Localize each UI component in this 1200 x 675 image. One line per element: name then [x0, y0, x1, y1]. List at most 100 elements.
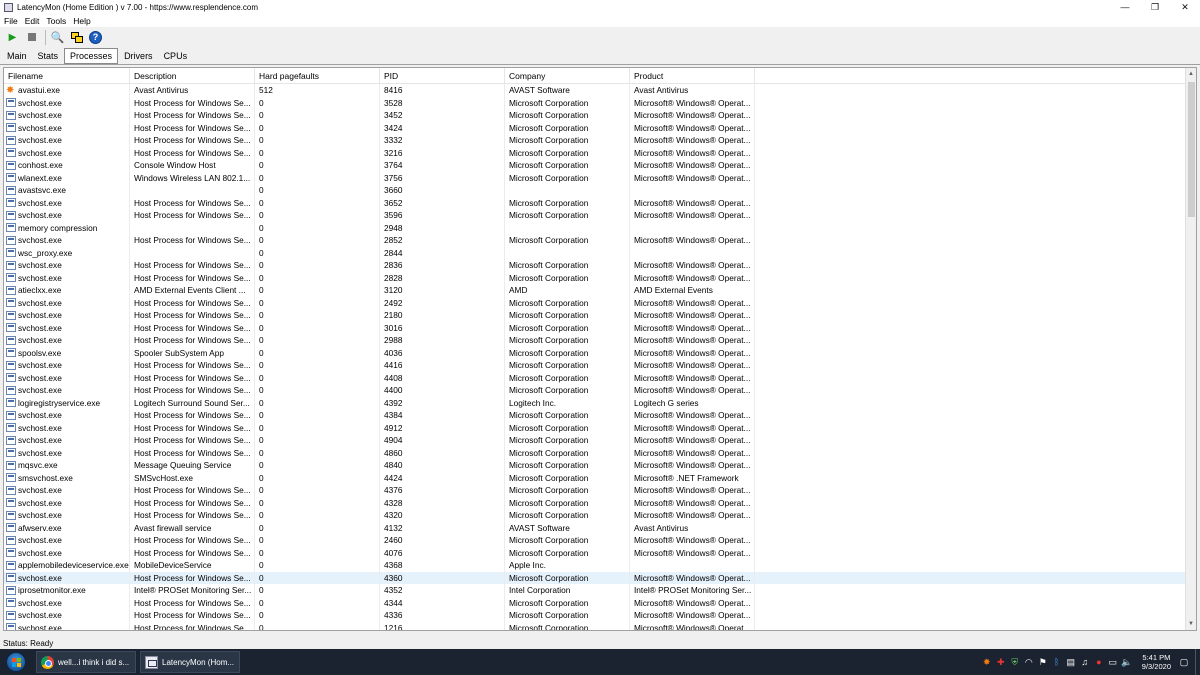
wifi-icon[interactable]: ◠: [1024, 657, 1034, 667]
table-row[interactable]: smsvchost.exe SMSvcHost.exe 0 4424 Microsoft…: [4, 471, 1187, 484]
table-row[interactable]: svchost.exe Host Process for Windows Se..…: [4, 484, 1187, 497]
minimize-button[interactable]: —: [1110, 0, 1140, 14]
cell-filename: wsc_proxy.exe: [4, 246, 130, 259]
start-button[interactable]: [0, 649, 32, 675]
notification-icon[interactable]: ▢: [1179, 657, 1189, 667]
find-button[interactable]: 🔍: [49, 29, 66, 46]
cell-company: Microsoft Corporation: [505, 121, 630, 134]
table-row[interactable]: conhost.exe Console Window Host 0 3764 Micro…: [4, 159, 1187, 172]
table-row[interactable]: svchost.exe Host Process for Windows Se..…: [4, 384, 1187, 397]
table-row[interactable]: svchost.exe Host Process for Windows Se..…: [4, 321, 1187, 334]
help-button[interactable]: ?: [87, 29, 104, 46]
network-activity-icon[interactable]: ▤: [1066, 657, 1076, 667]
table-row[interactable]: svchost.exe Host Process for Windows Se..…: [4, 309, 1187, 322]
table-row[interactable]: svchost.exe Host Process for Windows Se..…: [4, 409, 1187, 422]
record-icon[interactable]: ●: [1094, 657, 1104, 667]
table-row[interactable]: svchost.exe Host Process for Windows Se..…: [4, 446, 1187, 459]
table-row[interactable]: svchost.exe Host Process for Windows Se..…: [4, 146, 1187, 159]
cell-filename: svchost.exe: [4, 146, 130, 159]
column-header-hard-pagefaults[interactable]: Hard pagefaults: [255, 68, 380, 84]
process-icon: [6, 360, 16, 370]
vertical-scrollbar[interactable]: ▲ ▼: [1185, 68, 1196, 630]
table-row[interactable]: wsc_proxy.exe 0 2844: [4, 246, 1187, 259]
menu-tools[interactable]: Tools: [46, 16, 66, 26]
table-row[interactable]: mqsvc.exe Message Queuing Service 0 4840 Mic…: [4, 459, 1187, 472]
network-icon[interactable]: ✚: [996, 657, 1006, 667]
cell-description: Host Process for Windows Se...: [130, 496, 255, 509]
table-row[interactable]: svchost.exe Host Process for Windows Se..…: [4, 571, 1187, 584]
volume-icon[interactable]: 🔈: [1121, 657, 1132, 667]
table-row[interactable]: logiregistryservice.exe Logitech Surround…: [4, 396, 1187, 409]
column-header-product[interactable]: Product: [630, 68, 755, 84]
avast-icon[interactable]: ✸: [982, 657, 992, 667]
clock-time: 5:41 PM: [1142, 653, 1171, 662]
taskbar-item-latencymon[interactable]: LatencyMon (Hom...: [140, 651, 240, 673]
table-row[interactable]: applemobiledeviceservice.exe MobileDevice…: [4, 559, 1187, 572]
table-row[interactable]: svchost.exe Host Process for Windows Se..…: [4, 546, 1187, 559]
start-monitor-button[interactable]: ▶: [4, 29, 21, 46]
tab-processes[interactable]: Processes: [64, 48, 119, 64]
menu-edit[interactable]: Edit: [25, 16, 40, 26]
table-row[interactable]: svchost.exe Host Process for Windows Se..…: [4, 621, 1187, 630]
table-row[interactable]: atieclxx.exe AMD External Events Client .…: [4, 284, 1187, 297]
scroll-down-arrow-icon[interactable]: ▼: [1186, 618, 1196, 630]
tab-cpus[interactable]: CPUs: [159, 49, 193, 64]
close-button[interactable]: ✕: [1170, 0, 1200, 14]
table-row[interactable]: svchost.exe Host Process for Windows Se..…: [4, 134, 1187, 147]
table-row[interactable]: svchost.exe Host Process for Windows Se..…: [4, 196, 1187, 209]
table-row[interactable]: svchost.exe Host Process for Windows Se..…: [4, 434, 1187, 447]
headset-icon[interactable]: ♫: [1080, 657, 1090, 667]
table-row[interactable]: spoolsv.exe Spooler SubSystem App 0 4036 Mic…: [4, 346, 1187, 359]
clock[interactable]: 5:41 PM 9/3/2020: [1142, 653, 1171, 671]
table-row[interactable]: iprosetmonitor.exe Intel® PROSet Monitori…: [4, 584, 1187, 597]
table-row[interactable]: avastsvc.exe 0 3660: [4, 184, 1187, 197]
tab-main[interactable]: Main: [2, 49, 32, 64]
bluetooth-icon[interactable]: ᛒ: [1052, 657, 1062, 667]
column-header-company[interactable]: Company: [505, 68, 630, 84]
table-row[interactable]: svchost.exe Host Process for Windows Se..…: [4, 359, 1187, 372]
shield-icon[interactable]: ⛨: [1010, 657, 1020, 667]
table-row[interactable]: ✸ avastui.exe Avast Antivirus 512 8416 AVAST …: [4, 84, 1187, 97]
table-row[interactable]: svchost.exe Host Process for Windows Se..…: [4, 334, 1187, 347]
table-row[interactable]: memory compression 0 2948: [4, 221, 1187, 234]
table-row[interactable]: svchost.exe Host Process for Windows Se..…: [4, 496, 1187, 509]
table-row[interactable]: svchost.exe Host Process for Windows Se..…: [4, 259, 1187, 272]
table-row[interactable]: svchost.exe Host Process for Windows Se..…: [4, 371, 1187, 384]
tab-stats[interactable]: Stats: [33, 49, 64, 64]
filename-text: svchost.exe: [18, 335, 62, 345]
filename-text: svchost.exe: [18, 235, 62, 245]
menu-file[interactable]: File: [4, 16, 18, 26]
taskbar-item-chrome[interactable]: well...i think i did s...: [36, 651, 136, 673]
table-row[interactable]: svchost.exe Host Process for Windows Se..…: [4, 609, 1187, 622]
menu-help[interactable]: Help: [73, 16, 90, 26]
cell-company: [505, 221, 630, 234]
cell-hard-pagefaults: 0: [255, 434, 380, 447]
flag-icon[interactable]: ⚑: [1038, 657, 1048, 667]
stop-monitor-button[interactable]: [23, 29, 40, 46]
table-row[interactable]: svchost.exe Host Process for Windows Se..…: [4, 509, 1187, 522]
tab-drivers[interactable]: Drivers: [119, 49, 158, 64]
column-header-filename[interactable]: Filename: [4, 68, 130, 84]
table-row[interactable]: svchost.exe Host Process for Windows Se..…: [4, 96, 1187, 109]
column-header-description[interactable]: Description: [130, 68, 255, 84]
table-row[interactable]: wlanext.exe Windows Wireless LAN 802.1...…: [4, 171, 1187, 184]
table-row[interactable]: svchost.exe Host Process for Windows Se..…: [4, 109, 1187, 122]
maximize-button[interactable]: ❐: [1140, 0, 1170, 14]
table-row[interactable]: svchost.exe Host Process for Windows Se..…: [4, 271, 1187, 284]
table-row[interactable]: svchost.exe Host Process for Windows Se..…: [4, 296, 1187, 309]
table-row[interactable]: afwserv.exe Avast firewall service 0 4132 AV…: [4, 521, 1187, 534]
table-row[interactable]: svchost.exe Host Process for Windows Se..…: [4, 534, 1187, 547]
table-row[interactable]: svchost.exe Host Process for Windows Se..…: [4, 121, 1187, 134]
column-header-pid[interactable]: PID: [380, 68, 505, 84]
cell-filename: svchost.exe: [4, 109, 130, 122]
table-row[interactable]: svchost.exe Host Process for Windows Se..…: [4, 234, 1187, 247]
table-row[interactable]: svchost.exe Host Process for Windows Se..…: [4, 596, 1187, 609]
table-row[interactable]: svchost.exe Host Process for Windows Se..…: [4, 209, 1187, 222]
scroll-thumb[interactable]: [1188, 82, 1195, 217]
show-desktop-button[interactable]: [1195, 649, 1200, 675]
windows-button[interactable]: [68, 29, 85, 46]
battery-icon[interactable]: ▭: [1108, 657, 1118, 667]
scroll-up-arrow-icon[interactable]: ▲: [1186, 68, 1196, 80]
table-row[interactable]: svchost.exe Host Process for Windows Se..…: [4, 421, 1187, 434]
cell-company: Microsoft Corporation: [505, 196, 630, 209]
